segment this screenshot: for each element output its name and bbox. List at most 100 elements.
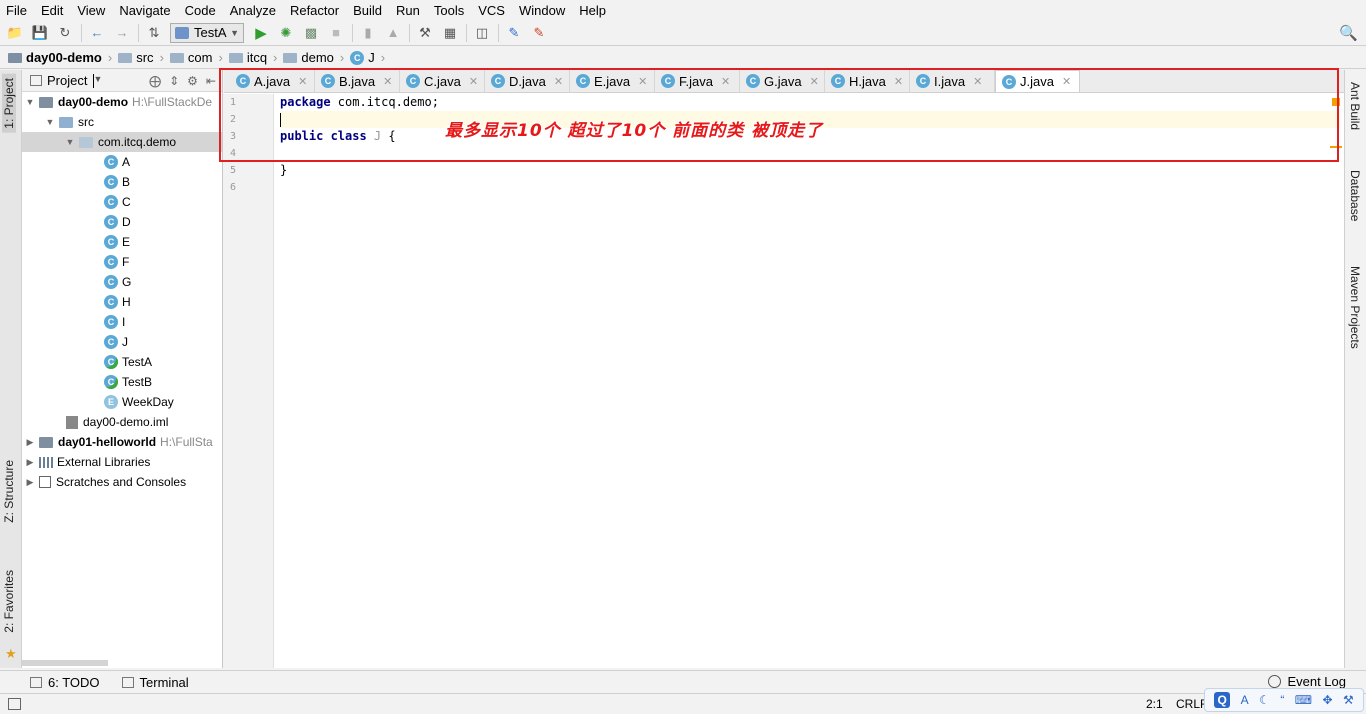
open-folder-icon[interactable]: 📁 bbox=[6, 24, 24, 42]
run-config-select[interactable]: TestA ▼ bbox=[170, 22, 244, 43]
close-icon[interactable]: ✕ bbox=[1062, 75, 1071, 88]
breadcrumb-project[interactable]: day00-demo › bbox=[8, 50, 112, 65]
search-everywhere-icon[interactable]: 🔍 bbox=[1339, 24, 1358, 42]
ime-logo[interactable]: Q bbox=[1214, 692, 1231, 708]
settings-icon[interactable]: ⚒ bbox=[416, 24, 434, 42]
code-area[interactable]: package com.itcq.demo; public class J { … bbox=[280, 94, 1340, 196]
close-icon[interactable]: ✕ bbox=[383, 75, 392, 88]
tree-class-testa[interactable]: C TestA bbox=[22, 352, 222, 372]
warning-marker[interactable] bbox=[1332, 98, 1340, 106]
tab-e-java[interactable]: C E.java ✕ bbox=[570, 70, 655, 92]
close-icon[interactable]: ✕ bbox=[973, 75, 982, 88]
expand-arrow-icon[interactable]: ▶ bbox=[24, 477, 36, 488]
menu-navigate[interactable]: Navigate bbox=[119, 3, 170, 18]
tree-class-h[interactable]: CH bbox=[22, 292, 222, 312]
breadcrumb-demo[interactable]: demo › bbox=[283, 50, 344, 65]
tab-f-java[interactable]: C F.java ✕ bbox=[655, 70, 740, 92]
event-log-tab[interactable]: Event Log bbox=[1268, 674, 1346, 689]
expand-arrow-icon[interactable]: ▼ bbox=[24, 97, 36, 107]
keyboard-icon[interactable]: ⌨ bbox=[1295, 693, 1312, 707]
sync-icon[interactable]: ↻ bbox=[56, 24, 74, 42]
tree-class-i[interactable]: CI bbox=[22, 312, 222, 332]
tree-class-b[interactable]: CB bbox=[22, 172, 222, 192]
tab-j-java[interactable]: C J.java ✕ bbox=[995, 70, 1080, 92]
collapse-icon[interactable]: ⇕ bbox=[169, 74, 179, 88]
project-view-select[interactable]: Project bbox=[47, 73, 87, 88]
gear-icon[interactable]: ⚙ bbox=[187, 74, 198, 88]
breadcrumb-itcq[interactable]: itcq › bbox=[228, 50, 277, 65]
tab-project[interactable]: 1: Project bbox=[2, 74, 16, 133]
tree-src[interactable]: ▼ src bbox=[22, 112, 222, 132]
expand-arrow-icon[interactable]: ▼ bbox=[64, 137, 76, 147]
close-icon[interactable]: ✕ bbox=[721, 75, 730, 88]
tree-class-e[interactable]: CE bbox=[22, 232, 222, 252]
menu-view[interactable]: View bbox=[77, 3, 105, 18]
tab-database[interactable]: Database bbox=[1348, 170, 1362, 221]
menu-help[interactable]: Help bbox=[579, 3, 606, 18]
run-icon[interactable]: ▶ bbox=[252, 24, 270, 42]
tools-icon[interactable]: ✥ bbox=[1323, 693, 1333, 707]
horizontal-scrollbar[interactable] bbox=[22, 660, 108, 666]
debug-icon[interactable]: ✺ bbox=[277, 24, 295, 42]
tree-iml[interactable]: day00-demo.iml bbox=[22, 412, 222, 432]
tree-external-libraries[interactable]: ▶ External Libraries bbox=[22, 452, 222, 472]
close-icon[interactable]: ✕ bbox=[469, 75, 478, 88]
close-icon[interactable]: ✕ bbox=[810, 75, 819, 88]
chevron-down-icon[interactable]: ▼ bbox=[93, 73, 102, 88]
todo-tab[interactable]: 6: TODO bbox=[30, 675, 100, 690]
plugin-icon[interactable]: ✎ bbox=[530, 24, 548, 42]
menu-edit[interactable]: Edit bbox=[41, 3, 63, 18]
tab-h-java[interactable]: C H.java ✕ bbox=[825, 70, 910, 92]
tab-maven-projects[interactable]: Maven Projects bbox=[1348, 266, 1362, 349]
coverage-icon[interactable]: ▩ bbox=[302, 24, 320, 42]
punctuation-icon[interactable]: “ bbox=[1280, 693, 1284, 707]
ime-mode[interactable]: A bbox=[1241, 693, 1249, 707]
menu-refactor[interactable]: Refactor bbox=[290, 3, 339, 18]
tree-class-g[interactable]: CG bbox=[22, 272, 222, 292]
menu-file[interactable]: File bbox=[6, 3, 27, 18]
tree-class-j[interactable]: CJ bbox=[22, 332, 222, 352]
expand-arrow-icon[interactable]: ▼ bbox=[44, 117, 56, 127]
tree-enum-weekday[interactable]: E WeekDay bbox=[22, 392, 222, 412]
sdk-icon[interactable]: ◫ bbox=[473, 24, 491, 42]
terminal-tab[interactable]: Terminal bbox=[121, 675, 189, 690]
menu-window[interactable]: Window bbox=[519, 3, 565, 18]
tab-d-java[interactable]: C D.java ✕ bbox=[485, 70, 570, 92]
tree-module-day01[interactable]: ▶ day01-helloworld H:\FullSta bbox=[22, 432, 222, 452]
expand-arrow-icon[interactable]: ▶ bbox=[24, 457, 36, 468]
tree-class-a[interactable]: CA bbox=[22, 152, 222, 172]
moon-icon[interactable]: ☾ bbox=[1259, 693, 1270, 707]
tree-class-c[interactable]: CC bbox=[22, 192, 222, 212]
tab-i-java[interactable]: C I.java ✕ bbox=[910, 70, 995, 92]
caret-position[interactable]: 2:1 bbox=[1146, 697, 1163, 711]
back-icon[interactable]: ← bbox=[88, 24, 106, 42]
hide-icon[interactable]: ⇤ bbox=[206, 74, 216, 88]
breadcrumb-j[interactable]: C J › bbox=[350, 50, 385, 65]
project-structure-icon[interactable]: ▦ bbox=[441, 24, 459, 42]
tab-a-java[interactable]: C A.java ✕ bbox=[230, 70, 315, 92]
tree-scratches[interactable]: ▶ Scratches and Consoles bbox=[22, 472, 222, 492]
close-icon[interactable]: ✕ bbox=[554, 75, 563, 88]
close-icon[interactable]: ✕ bbox=[894, 75, 903, 88]
tab-c-java[interactable]: C C.java ✕ bbox=[400, 70, 485, 92]
forward-icon[interactable]: → bbox=[113, 24, 131, 42]
close-icon[interactable]: ✕ bbox=[638, 75, 647, 88]
error-stripe[interactable] bbox=[1330, 146, 1342, 148]
close-icon[interactable]: ✕ bbox=[298, 75, 307, 88]
line-separator[interactable]: CRLF bbox=[1176, 697, 1207, 711]
menu-run[interactable]: Run bbox=[396, 3, 420, 18]
menu-vcs[interactable]: VCS bbox=[478, 3, 505, 18]
save-icon[interactable]: 💾 bbox=[31, 24, 49, 42]
stop-icon[interactable]: ■ bbox=[327, 24, 345, 42]
expand-arrow-icon[interactable]: ▶ bbox=[24, 437, 36, 448]
tab-favorites[interactable]: 2: Favorites bbox=[2, 570, 16, 633]
menu-tools[interactable]: Tools bbox=[434, 3, 464, 18]
tree-module-day00[interactable]: ▼ day00-demo H:\FullStackDe bbox=[22, 92, 222, 112]
tool-windows-icon[interactable] bbox=[8, 698, 21, 710]
breadcrumb-com[interactable]: com › bbox=[169, 50, 223, 65]
breadcrumb-src[interactable]: src › bbox=[118, 50, 164, 65]
tab-b-java[interactable]: C B.java ✕ bbox=[315, 70, 400, 92]
vcs-commit-icon[interactable]: ▲ bbox=[384, 24, 402, 42]
menu-build[interactable]: Build bbox=[353, 3, 382, 18]
wrench-icon[interactable]: ⚒ bbox=[1343, 693, 1354, 707]
